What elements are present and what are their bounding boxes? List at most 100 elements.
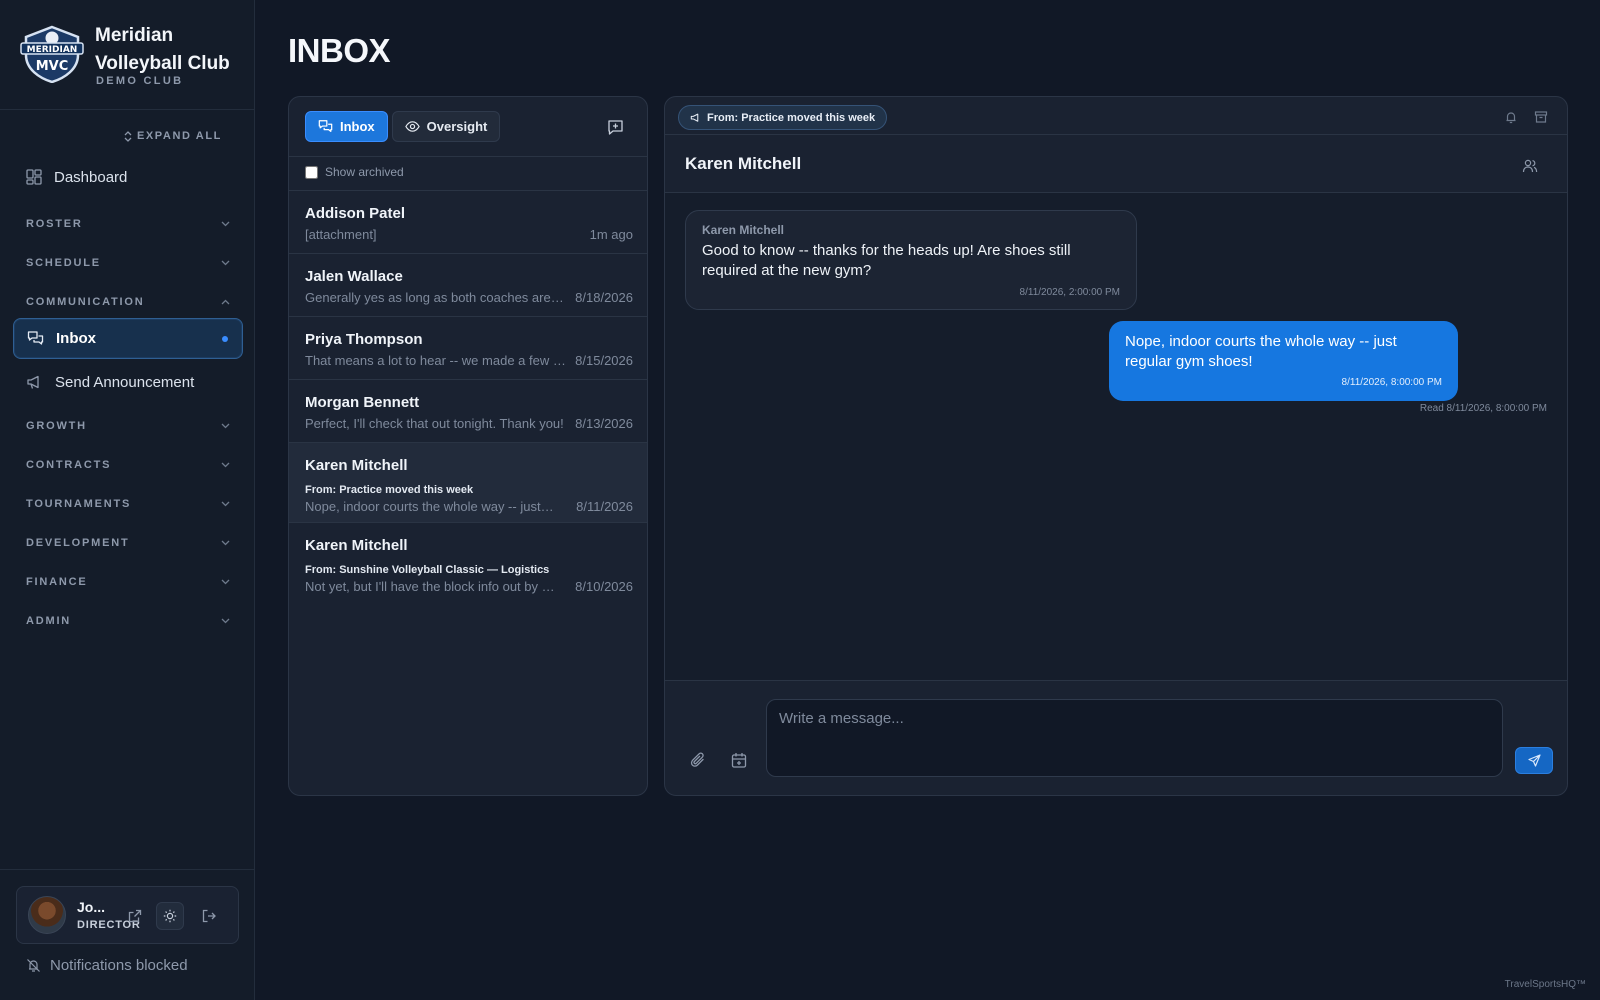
- expand-collapse-icon: [124, 130, 132, 142]
- app: MERIDIAN MVC Meridian Volleyball Club DE…: [0, 0, 1600, 1000]
- logout-button[interactable]: [195, 902, 223, 930]
- show-archived-label: Show archived: [325, 165, 404, 179]
- conversation-item[interactable]: Morgan Bennett Perfect, I'll check that …: [289, 380, 647, 443]
- conversation-name: Jalen Wallace: [305, 268, 403, 285]
- section-development[interactable]: DEVELOPMENT: [26, 534, 230, 552]
- unread-dot: [222, 336, 228, 342]
- context-pill[interactable]: From: Practice moved this week: [678, 105, 888, 130]
- context-pill-label: From: Practice moved this week: [707, 111, 876, 124]
- user-card: Jo... DIRECTOR: [16, 886, 239, 944]
- conversation-item[interactable]: Jalen Wallace Generally yes as long as b…: [289, 254, 647, 317]
- brand[interactable]: MERIDIAN MVC Meridian Volleyball Club DE…: [20, 22, 245, 92]
- schedule-message-button[interactable]: [728, 749, 750, 771]
- sidebar-footer-divider: [0, 869, 255, 870]
- club-name-line-1: Meridian: [95, 25, 174, 46]
- chevron-down-icon: [221, 423, 230, 429]
- new-message-icon: [607, 119, 623, 135]
- logo-initials: MVC: [36, 59, 69, 74]
- message-time: 8/11/2026, 2:00:00 PM: [1019, 287, 1120, 298]
- new-conversation-button[interactable]: [603, 115, 627, 139]
- conversation-date: 8/10/2026: [575, 579, 633, 594]
- section-admin-label: ADMIN: [26, 615, 72, 627]
- section-communication-label: COMMUNICATION: [26, 296, 145, 308]
- conversation-subject: From: Sunshine Volleyball Classic — Logi…: [305, 564, 550, 576]
- attach-button[interactable]: [687, 749, 709, 771]
- chat-divider: [665, 134, 1567, 135]
- message-outgoing: Nope, indoor courts the whole way -- jus…: [1109, 321, 1458, 401]
- message-time: 8/11/2026, 8:00:00 PM: [1341, 377, 1442, 388]
- notifications-status-label: Notifications blocked: [50, 957, 188, 974]
- conversation-preview: [attachment]: [305, 227, 377, 242]
- sidebar-divider: [0, 109, 255, 110]
- section-roster-label: ROSTER: [26, 218, 83, 230]
- show-archived-checkbox[interactable]: [305, 165, 318, 179]
- conversation-preview: Perfect, I'll check that out tonight. Th…: [305, 416, 564, 431]
- tab-oversight-label: Oversight: [426, 119, 488, 134]
- conversation-item[interactable]: Priya Thompson That means a lot to hear …: [289, 317, 647, 380]
- list-divider: [289, 156, 647, 157]
- nav-send-announcement-label: Send Announcement: [55, 373, 195, 391]
- tab-inbox-label: Inbox: [340, 119, 375, 134]
- section-contracts[interactable]: CONTRACTS: [26, 456, 230, 474]
- conversation-name: Priya Thompson: [305, 331, 423, 348]
- message-text: Nope, indoor courts the whole way -- jus…: [1125, 333, 1397, 370]
- section-roster[interactable]: ROSTER: [26, 215, 230, 233]
- expand-all-button[interactable]: EXPAND ALL: [124, 130, 222, 142]
- tab-oversight[interactable]: Oversight: [391, 111, 501, 142]
- participants-button[interactable]: [1519, 155, 1541, 177]
- conversation-item[interactable]: Karen Mitchell From: Sunshine Volleyball…: [289, 523, 647, 603]
- section-growth-label: GROWTH: [26, 420, 87, 432]
- section-finance[interactable]: FINANCE: [26, 573, 230, 591]
- conversation-list-panel: Inbox Oversight Show archived Addison Pa…: [288, 96, 648, 796]
- bell-off-icon: [27, 959, 40, 972]
- nav-inbox-label: Inbox: [56, 330, 96, 347]
- nav-inbox[interactable]: Inbox: [13, 318, 243, 359]
- avatar[interactable]: [28, 896, 66, 934]
- expand-all-label: EXPAND ALL: [136, 130, 222, 142]
- conversation-item-selected[interactable]: Karen Mitchell From: Practice moved this…: [289, 443, 647, 523]
- conversation-preview: That means a lot to hear -- we made a fe…: [305, 353, 567, 368]
- nav-send-announcement[interactable]: Send Announcement: [13, 362, 243, 402]
- club-logo: MERIDIAN MVC: [20, 25, 84, 83]
- conversation-name: Morgan Bennett: [305, 394, 420, 411]
- section-communication[interactable]: COMMUNICATION: [26, 293, 230, 311]
- theme-toggle-button[interactable]: [156, 902, 184, 930]
- inbox-icon: [27, 331, 44, 345]
- send-icon: [1527, 754, 1541, 767]
- section-schedule[interactable]: SCHEDULE: [26, 254, 230, 272]
- section-development-label: DEVELOPMENT: [26, 537, 130, 549]
- page-title: INBOX: [288, 32, 391, 69]
- section-admin[interactable]: ADMIN: [26, 612, 230, 630]
- club-name: Meridian Volleyball Club: [95, 22, 245, 78]
- mute-button[interactable]: [1501, 107, 1521, 127]
- eye-icon: [404, 121, 420, 132]
- chevron-down-icon: [221, 540, 230, 546]
- section-finance-label: FINANCE: [26, 576, 88, 588]
- megaphone-icon: [690, 113, 699, 122]
- section-tournaments[interactable]: TOURNAMENTS: [26, 495, 230, 513]
- send-button[interactable]: [1515, 747, 1553, 774]
- conversation-date: 8/18/2026: [575, 290, 633, 305]
- section-contracts-label: CONTRACTS: [26, 459, 112, 471]
- conversation-subject: From: Practice moved this week: [305, 484, 474, 496]
- chevron-down-icon: [221, 462, 230, 468]
- message-sender: Karen Mitchell: [702, 223, 785, 237]
- footer-watermark: TravelSportsHQ™: [1504, 979, 1586, 990]
- club-subtitle: DEMO CLUB: [96, 75, 184, 87]
- show-archived-toggle[interactable]: Show archived: [305, 165, 404, 179]
- message-input[interactable]: [766, 699, 1503, 777]
- section-tournaments-label: TOURNAMENTS: [26, 498, 132, 510]
- compose-divider: [665, 680, 1567, 681]
- sun-icon: [163, 909, 177, 923]
- tab-inbox[interactable]: Inbox: [305, 111, 388, 142]
- conversation-date: 8/15/2026: [575, 353, 633, 368]
- user-name: Jo...: [77, 899, 106, 915]
- paperclip-icon: [690, 752, 704, 767]
- notifications-status[interactable]: Notifications blocked: [26, 957, 188, 974]
- archive-button[interactable]: [1531, 107, 1551, 127]
- archive-icon: [1534, 111, 1548, 123]
- open-profile-button[interactable]: [121, 902, 149, 930]
- nav-dashboard[interactable]: Dashboard: [13, 157, 243, 197]
- section-growth[interactable]: GROWTH: [26, 417, 230, 435]
- conversation-item[interactable]: Addison Patel [attachment] 1m ago: [289, 191, 647, 254]
